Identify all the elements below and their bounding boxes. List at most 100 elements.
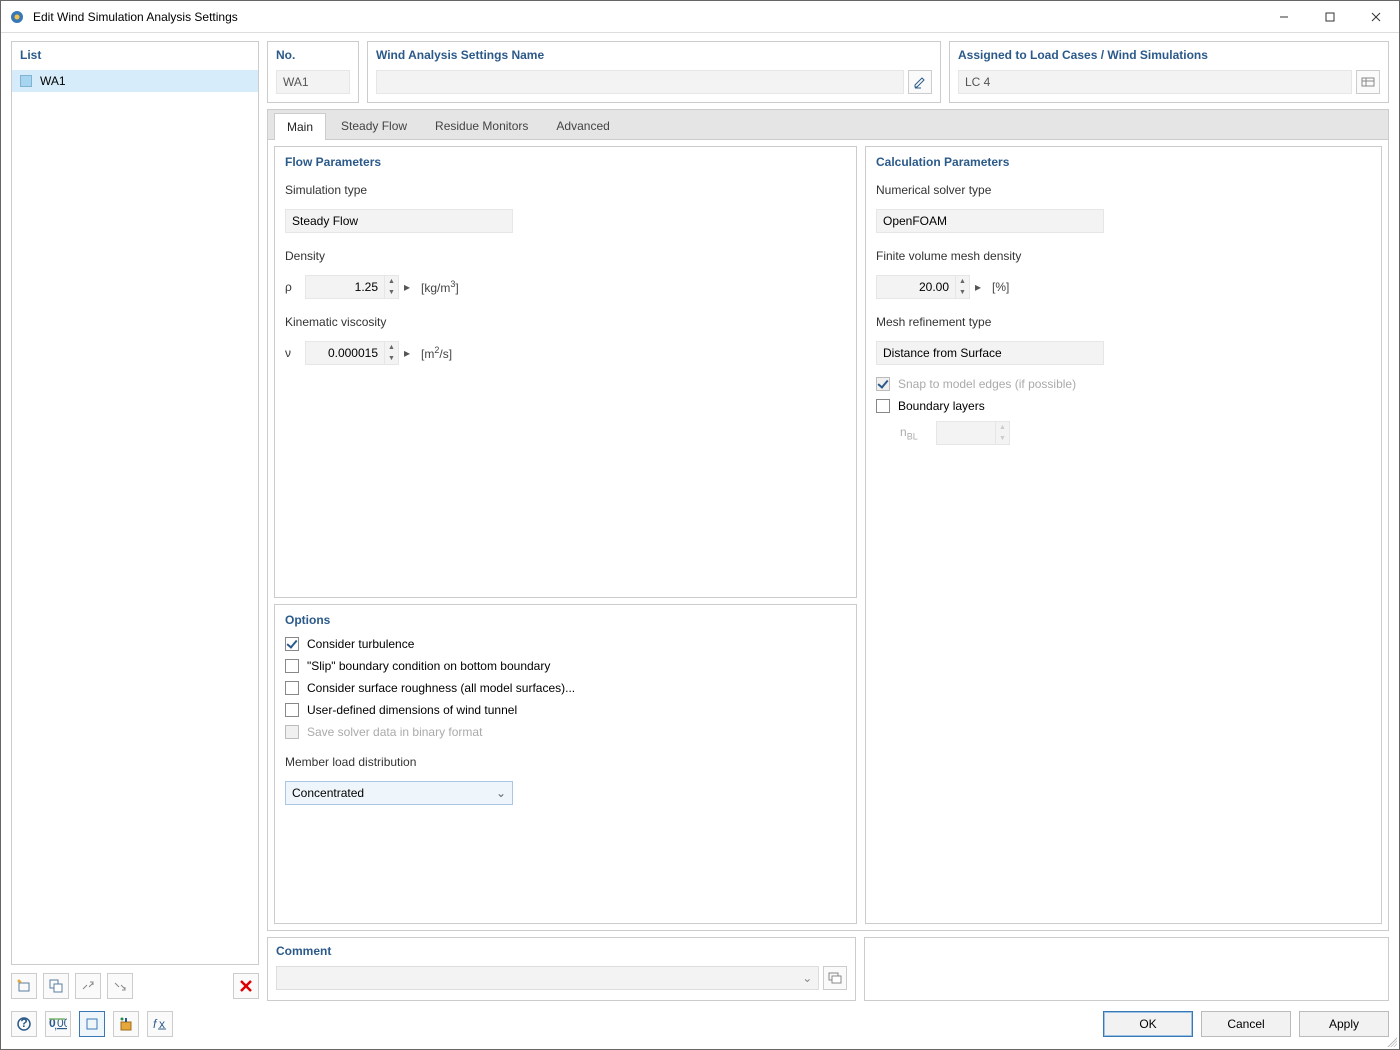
tabstrip: Main Steady Flow Residue Monitors Advanc… (268, 110, 1388, 140)
list-title: List (12, 42, 258, 70)
play-icon[interactable]: ▸ (399, 275, 415, 299)
sim-type-label: Simulation type (285, 183, 367, 197)
mesh-density-input[interactable]: 20.00 ▲▼ ▸ (876, 275, 992, 299)
spinner-icon[interactable]: ▲▼ (956, 275, 970, 299)
no-value: WA1 (283, 75, 309, 89)
list-panel: List WA1 (11, 41, 259, 965)
spinner-icon[interactable]: ▲▼ (385, 275, 399, 299)
spinner-icon[interactable]: ▲▼ (385, 341, 399, 365)
tab-label: Advanced (556, 119, 609, 133)
mld-label: Member load distribution (285, 755, 416, 769)
comment-pick-button[interactable] (823, 966, 847, 990)
resize-grip[interactable] (1385, 1035, 1397, 1047)
kin-value: 0.000015 (328, 346, 378, 360)
sim-type-field[interactable]: Steady Flow (285, 209, 513, 233)
no-label: No. (276, 46, 350, 70)
tab-label: Main (287, 120, 313, 134)
close-button[interactable] (1353, 1, 1399, 33)
flow-parameters-group: Flow Parameters Simulation type Steady F… (274, 146, 857, 598)
name-panel: Wind Analysis Settings Name (367, 41, 941, 103)
nbl-input: ▲▼ (936, 421, 1010, 445)
mesh-density-unit: [%] (992, 280, 1009, 294)
chk-label: Snap to model edges (if possible) (898, 377, 1076, 391)
ok-button[interactable]: OK (1103, 1011, 1193, 1037)
spinner-icon: ▲▼ (996, 421, 1010, 445)
checkbox-icon (876, 399, 890, 413)
assigned-field: LC 4 (958, 70, 1352, 94)
view-mode-button[interactable] (79, 1011, 105, 1037)
assigned-panel: Assigned to Load Cases / Wind Simulation… (949, 41, 1389, 103)
list-item[interactable]: WA1 (12, 70, 258, 92)
maximize-button[interactable] (1307, 1, 1353, 33)
kin-input[interactable]: 0.000015 ▲▼ ▸ (305, 341, 421, 365)
flow-title: Flow Parameters (285, 155, 846, 169)
chk-label: Save solver data in binary format (307, 725, 482, 739)
blank-panel (864, 937, 1389, 1001)
play-icon[interactable]: ▸ (970, 275, 986, 299)
chk-slip[interactable]: "Slip" boundary condition on bottom boun… (285, 659, 846, 673)
tab-main[interactable]: Main (274, 113, 326, 140)
tool-button-3[interactable] (75, 973, 101, 999)
minimize-button[interactable] (1261, 1, 1307, 33)
tab-label: Steady Flow (341, 119, 407, 133)
chevron-down-icon: ⌄ (802, 971, 812, 985)
tab-label: Residue Monitors (435, 119, 528, 133)
checkbox-icon (285, 725, 299, 739)
chk-snap: Snap to model edges (if possible) (876, 377, 1371, 391)
units-button[interactable]: 0,00 (45, 1011, 71, 1037)
density-symbol: ρ (285, 280, 305, 294)
chk-label: User-defined dimensions of wind tunnel (307, 703, 517, 717)
density-input[interactable]: 1.25 ▲▼ ▸ (305, 275, 421, 299)
tab-residue-monitors[interactable]: Residue Monitors (422, 112, 541, 139)
name-field[interactable] (376, 70, 904, 94)
delete-item-button[interactable] (233, 973, 259, 999)
play-icon[interactable]: ▸ (399, 341, 415, 365)
apply-button[interactable]: Apply (1299, 1011, 1389, 1037)
mld-value: Concentrated (292, 786, 364, 800)
chk-save-binary: Save solver data in binary format (285, 725, 846, 739)
chk-user-tunnel[interactable]: User-defined dimensions of wind tunnel (285, 703, 846, 717)
comment-title: Comment (276, 944, 847, 958)
name-label: Wind Analysis Settings Name (376, 46, 932, 70)
mld-dropdown[interactable]: Concentrated ⌄ (285, 781, 513, 805)
chk-boundary-layers[interactable]: Boundary layers (876, 399, 1371, 413)
chk-roughness[interactable]: Consider surface roughness (all model su… (285, 681, 846, 695)
assigned-label: Assigned to Load Cases / Wind Simulation… (958, 46, 1380, 70)
list-item-label: WA1 (40, 74, 66, 88)
rename-button[interactable] (908, 70, 932, 94)
comment-combo[interactable]: ⌄ (276, 966, 819, 990)
chevron-down-icon: ⌄ (496, 786, 506, 800)
refine-value: Distance from Surface (883, 346, 1002, 360)
density-value: 1.25 (355, 280, 378, 294)
button-label: Apply (1329, 1017, 1359, 1031)
tab-steady-flow[interactable]: Steady Flow (328, 112, 420, 139)
refine-field[interactable]: Distance from Surface (876, 341, 1104, 365)
fx-button[interactable]: fx (147, 1011, 173, 1037)
checkbox-icon (876, 377, 890, 391)
kin-symbol: ν (285, 346, 305, 360)
button-label: OK (1139, 1017, 1156, 1031)
button-label: Cancel (1227, 1017, 1264, 1031)
list-toolbar (11, 971, 259, 1001)
tab-advanced[interactable]: Advanced (543, 112, 622, 139)
calc-parameters-group: Calculation Parameters Numerical solver … (865, 146, 1382, 924)
copy-item-button[interactable] (43, 973, 69, 999)
chk-turbulence[interactable]: Consider turbulence (285, 637, 846, 651)
solver-label: Numerical solver type (876, 183, 991, 197)
no-panel: No. WA1 (267, 41, 359, 103)
help-button[interactable]: ? (11, 1011, 37, 1037)
refine-label: Mesh refinement type (876, 315, 991, 329)
dialog-footer: ? 0,00 fx OK Cancel Apply (11, 1007, 1389, 1041)
model-button[interactable] (113, 1011, 139, 1037)
assigned-browse-button[interactable] (1356, 70, 1380, 94)
chk-label: Consider surface roughness (all model su… (307, 681, 575, 695)
nbl-symbol: nBL (900, 425, 936, 441)
checkbox-icon (285, 681, 299, 695)
tool-button-4[interactable] (107, 973, 133, 999)
cancel-button[interactable]: Cancel (1201, 1011, 1291, 1037)
window-title: Edit Wind Simulation Analysis Settings (33, 10, 1261, 24)
chk-label: Consider turbulence (307, 637, 414, 651)
new-item-button[interactable] (11, 973, 37, 999)
solver-field[interactable]: OpenFOAM (876, 209, 1104, 233)
checkbox-icon (285, 703, 299, 717)
